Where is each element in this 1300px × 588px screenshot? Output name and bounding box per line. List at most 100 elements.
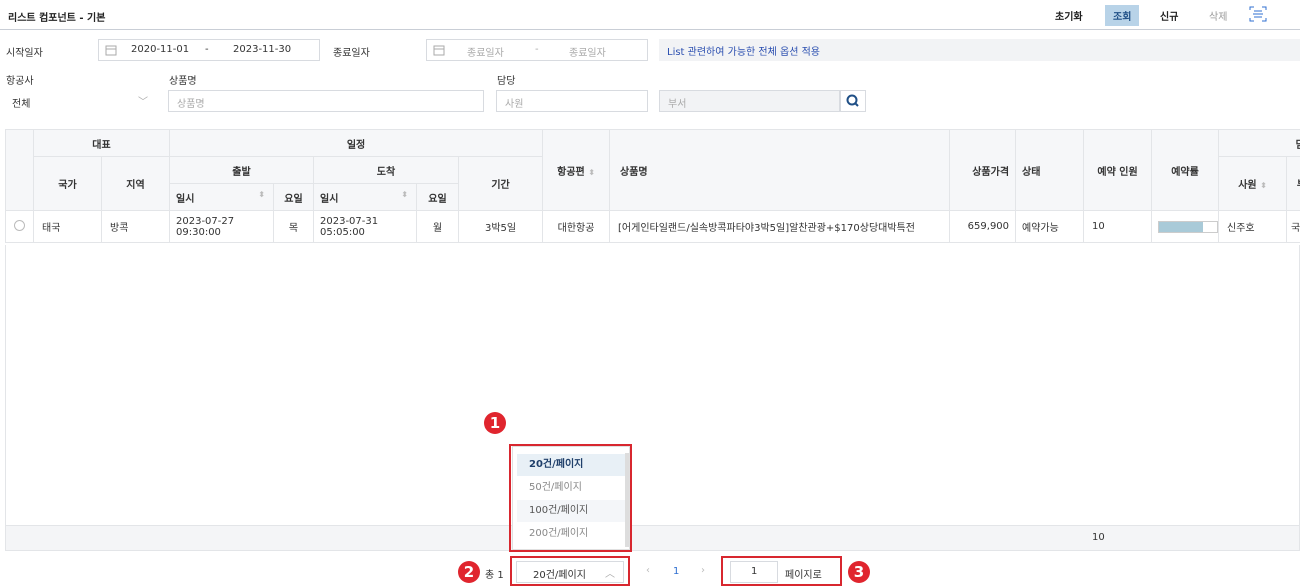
rate-bar bbox=[1158, 220, 1219, 233]
cell-dept: 국 bbox=[1286, 210, 1300, 243]
goto-page-input[interactable]: 1 bbox=[730, 561, 778, 583]
product-label: 상품명 bbox=[169, 76, 197, 87]
staff-placeholder: 사원 bbox=[505, 99, 524, 110]
delete-button[interactable]: 삭제 bbox=[1209, 8, 1227, 23]
search-icon[interactable] bbox=[840, 90, 866, 112]
start-date-to: 2023-11-30 bbox=[233, 44, 292, 55]
page-size-dropdown: 20건/페이지 50건/페이지 100건/페이지 200건/페이지 bbox=[512, 446, 630, 550]
header-arr-dow: 요일 bbox=[416, 183, 459, 211]
header-rate: 예약률 bbox=[1151, 129, 1220, 211]
row-radio[interactable] bbox=[5, 210, 34, 243]
end-date-label: 종료일자 bbox=[333, 48, 370, 59]
annotation-badge-3: 3 bbox=[848, 561, 870, 583]
page-size-select[interactable]: 20건/페이지 ︿ bbox=[516, 561, 624, 583]
header-region: 지역 bbox=[101, 156, 170, 211]
rate-bar-fill bbox=[1159, 221, 1203, 232]
end-date-to: 종료일자 bbox=[569, 48, 606, 59]
header-staff[interactable]: 사원 ⬍ bbox=[1218, 156, 1288, 211]
notice-bar: List 관련하여 가능한 전체 옵션 적용 bbox=[659, 39, 1300, 61]
header-flight-label: 항공편 bbox=[557, 166, 585, 178]
header-flight[interactable]: 항공편 ⬍ bbox=[542, 129, 611, 211]
annotation-badge-1: 1 bbox=[484, 412, 506, 434]
header-dep-datetime-label: 일시 bbox=[176, 193, 195, 205]
header-rep: 대표 bbox=[33, 129, 170, 157]
goto-page-label: 페이지로 bbox=[785, 570, 822, 581]
date-separator: - bbox=[535, 44, 539, 55]
staff-input[interactable]: 사원 bbox=[496, 90, 648, 112]
page-size-option[interactable]: 100건/페이지 bbox=[517, 500, 625, 522]
column-settings-icon[interactable] bbox=[1248, 6, 1268, 22]
cell-price: 659,900 bbox=[949, 210, 1017, 243]
airline-label: 항공사 bbox=[6, 76, 34, 87]
cell-flight: 대한항공 bbox=[542, 210, 611, 243]
header-price: 상품가격 bbox=[949, 129, 1017, 211]
product-input[interactable]: 상품명 bbox=[168, 90, 484, 112]
date-separator: - bbox=[205, 44, 209, 55]
goto-page-value: 1 bbox=[751, 566, 758, 577]
sort-icon: ⬍ bbox=[258, 189, 265, 199]
header-arr-datetime[interactable]: 일시 ⬍ bbox=[313, 183, 417, 211]
page-size-option[interactable]: 50건/페이지 bbox=[517, 477, 625, 499]
header-staff-label: 사원 bbox=[1238, 180, 1257, 191]
cell-period: 3박5일 bbox=[457, 210, 544, 243]
header-dept: 부 bbox=[1286, 156, 1300, 211]
product-placeholder: 상품명 bbox=[177, 99, 205, 110]
header-schedule: 일정 bbox=[168, 129, 544, 157]
cell-staff: 신주호 bbox=[1218, 210, 1288, 243]
page-size-option[interactable]: 20건/페이지 bbox=[517, 454, 625, 476]
page-size-option[interactable]: 200건/페이지 bbox=[517, 523, 625, 545]
cell-status: 예약가능 bbox=[1015, 210, 1085, 243]
calendar-icon bbox=[433, 44, 445, 59]
header-dep-dow: 요일 bbox=[273, 183, 314, 211]
current-page[interactable]: 1 bbox=[673, 566, 679, 577]
calendar-icon bbox=[105, 44, 117, 59]
header-depart: 출발 bbox=[169, 156, 314, 184]
page-title: 리스트 컴포넌트 - 기본 bbox=[8, 13, 106, 24]
end-date-from: 종료일자 bbox=[467, 48, 504, 59]
next-page-icon[interactable]: › bbox=[701, 565, 705, 576]
data-grid: 대표 일정 항공편 ⬍ 상품명 상품가격 상태 예약 인원 예약률 담당 국가 … bbox=[5, 129, 1300, 243]
header-arr-datetime-label: 일시 bbox=[320, 193, 339, 205]
manager-label: 담당 bbox=[497, 76, 516, 87]
dropdown-scrollbar[interactable] bbox=[625, 453, 629, 547]
table-row[interactable]: 태국 방콕 2023-07-27 09:30:00 목 2023-07-31 0… bbox=[5, 210, 1300, 243]
grid-footer-row: 10 bbox=[5, 525, 1300, 551]
dept-placeholder: 부서 bbox=[668, 99, 687, 110]
airline-value: 전체 bbox=[12, 99, 31, 110]
cell-dep-dow: 목 bbox=[273, 210, 314, 243]
select-col-header bbox=[5, 129, 34, 211]
annotation-badge-2: 2 bbox=[458, 561, 480, 583]
start-date-range[interactable]: 2020-11-01 - 2023-11-30 bbox=[98, 39, 320, 61]
chevron-down-icon: ﹀ bbox=[138, 97, 148, 108]
cell-dep-datetime: 2023-07-27 09:30:00 bbox=[169, 210, 274, 243]
cell-region: 방콕 bbox=[101, 210, 170, 243]
header-manager: 담당 bbox=[1218, 129, 1300, 157]
header-status: 상태 bbox=[1015, 129, 1085, 211]
header-country: 국가 bbox=[33, 156, 102, 211]
end-date-range[interactable]: 종료일자 - 종료일자 bbox=[426, 39, 648, 61]
sort-icon: ⬍ bbox=[401, 189, 408, 199]
notice-text: List 관련하여 가능한 전체 옵션 적용 bbox=[667, 47, 820, 58]
reset-button[interactable]: 초기화 bbox=[1055, 8, 1083, 23]
header-product: 상품명 bbox=[609, 129, 951, 211]
prev-page-icon[interactable]: ‹ bbox=[646, 565, 650, 576]
sort-icon: ⬍ bbox=[588, 167, 595, 177]
footer-people-total: 10 bbox=[1092, 532, 1105, 543]
airline-select[interactable]: 전체 ﹀ bbox=[5, 90, 157, 112]
page-size-value: 20건/페이지 bbox=[533, 570, 586, 581]
header-arrive: 도착 bbox=[313, 156, 459, 184]
grid-empty-area bbox=[5, 245, 1300, 525]
sort-icon: ⬍ bbox=[1260, 181, 1267, 190]
new-button[interactable]: 신규 bbox=[1160, 8, 1178, 23]
chevron-up-icon: ︿ bbox=[605, 569, 615, 580]
cell-rate bbox=[1151, 210, 1220, 243]
header-dep-datetime[interactable]: 일시 ⬍ bbox=[169, 183, 274, 211]
header-period: 기간 bbox=[457, 156, 544, 211]
cell-product: [어게인타일랜드/실속방콕파타야3박5일]알찬관광+$170상당대박특전 bbox=[609, 210, 951, 243]
total-count: 총 1 bbox=[485, 570, 504, 581]
start-date-label: 시작일자 bbox=[6, 48, 43, 59]
cell-arr-dow: 월 bbox=[416, 210, 459, 243]
start-date-from: 2020-11-01 bbox=[131, 44, 190, 55]
cell-people: 10 bbox=[1083, 210, 1153, 243]
search-button[interactable]: 조회 bbox=[1105, 5, 1140, 26]
